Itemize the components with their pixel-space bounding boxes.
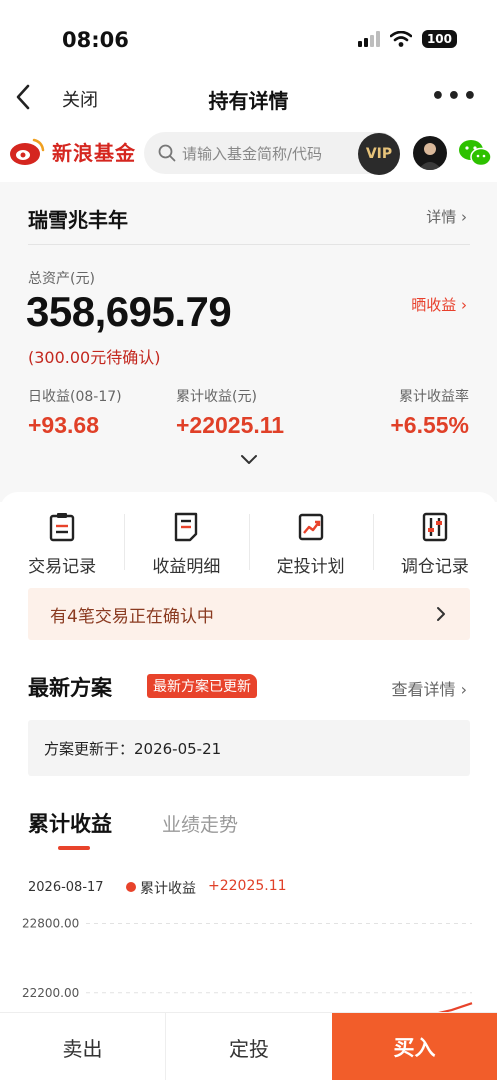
clipboard-icon: [49, 513, 75, 542]
divider: [28, 244, 470, 245]
chevron-right-icon: ›: [460, 680, 467, 699]
quick-action-auto-invest-plan[interactable]: 定投计划: [248, 512, 373, 578]
chart-legend-value: +22025.11: [208, 878, 287, 894]
status-icons: 100: [357, 30, 457, 48]
stat-label: 累计收益(元): [176, 389, 257, 405]
active-tab-indicator: [58, 846, 90, 850]
pending-amount: (300.00元待确认): [28, 348, 161, 367]
plan-update-box: 方案更新于：2026-05-21: [28, 720, 470, 776]
document-icon: [175, 512, 198, 542]
stat-label: 累计收益率: [399, 389, 469, 405]
chevron-right-icon: ›: [461, 208, 467, 226]
chevron-right-icon: ›: [461, 296, 467, 314]
more-options-icon[interactable]: •••: [431, 84, 479, 109]
pending-notice-text: 有4笔交易正在确认中: [50, 607, 214, 627]
search-icon: [158, 144, 176, 162]
quick-action-label: 调仓记录: [400, 557, 469, 577]
holding-summary: 瑞雪兆丰年 详情 › 总资产(元) 358,695.79 (300.00元待确认…: [0, 182, 497, 502]
auto-invest-button[interactable]: 定投: [166, 1013, 332, 1080]
quick-action-label: 交易记录: [28, 557, 97, 577]
quick-action-rebalance-records[interactable]: 调仓记录: [372, 512, 497, 578]
stat-value: +6.55%: [390, 412, 469, 438]
chevron-down-icon[interactable]: [240, 454, 258, 466]
brand-bar: 新浪基金 请输入基金简称/代码 VIP: [0, 128, 497, 182]
tab-performance-trend[interactable]: 业绩走势: [162, 810, 238, 837]
plan-updated-date: 方案更新于：2026-05-21: [44, 740, 222, 758]
chevron-right-icon: [437, 607, 445, 621]
stat-value: +22025.11: [176, 412, 285, 438]
quick-action-label: 定投计划: [276, 557, 345, 577]
fund-detail-link[interactable]: 详情 ›: [426, 206, 467, 227]
search-placeholder: 请输入基金简称/代码: [182, 144, 323, 163]
share-gains-link[interactable]: 晒收益 ›: [411, 294, 467, 315]
total-assets-label: 总资产(元): [28, 271, 95, 287]
brand-name: 新浪基金: [52, 140, 136, 165]
y-tick-label: 22800.00: [22, 917, 79, 931]
sell-button[interactable]: 卖出: [0, 1013, 166, 1080]
bottom-action-bar: 卖出 定投 买入: [0, 1012, 497, 1080]
chart-up-icon: [298, 513, 323, 541]
tab-cumulative-gains[interactable]: 累计收益: [28, 808, 112, 838]
sina-fund-logo: 新浪基金: [8, 136, 136, 166]
quick-action-trade-records[interactable]: 交易记录: [0, 512, 124, 578]
view-plan-details-label: 查看详情: [391, 680, 456, 699]
fund-name: 瑞雪兆丰年: [28, 208, 128, 232]
stat-label: 日收益(08-17): [28, 389, 122, 405]
signal-icon: [357, 31, 380, 47]
buy-button[interactable]: 买入: [332, 1013, 497, 1080]
plan-updated-badge: 最新方案已更新: [147, 674, 257, 698]
status-time: 08:06: [62, 28, 129, 52]
avatar[interactable]: [413, 136, 447, 170]
daily-gain-stat: 日收益(08-17) +93.68: [28, 386, 122, 439]
status-bar: 08:06 100: [0, 0, 497, 78]
chart-legend-series: 累计收益: [140, 881, 196, 897]
battery-indicator: 100: [421, 30, 457, 48]
quick-action-label: 收益明细: [152, 557, 221, 577]
fund-detail-label: 详情: [426, 208, 457, 226]
share-gains-label: 晒收益: [411, 296, 457, 314]
user-avatar-icon: [418, 143, 442, 170]
wechat-icon[interactable]: [458, 138, 492, 168]
vip-button[interactable]: VIP: [358, 133, 400, 175]
latest-plan-title: 最新方案: [28, 676, 112, 700]
cumulative-rate-stat: 累计收益率 +6.55%: [390, 386, 469, 439]
quick-actions: 交易记录 收益明细 定投计划 调仓记录: [0, 512, 497, 578]
sina-eye-icon: [10, 138, 45, 165]
y-tick-label: 22200.00: [22, 986, 79, 1000]
main-card: 交易记录 收益明细 定投计划 调仓记录 有4笔交易正在确认中 最新方案 最新方案…: [0, 492, 497, 1080]
wifi-icon: [389, 31, 412, 47]
sliders-icon: [422, 512, 448, 542]
total-assets-value: 358,695.79: [26, 288, 232, 335]
cumulative-gain-stat: 累计收益(元) +22025.11: [176, 386, 284, 439]
page-title: 持有详情: [208, 89, 289, 113]
nav-bar: 关闭 持有详情 •••: [0, 78, 497, 120]
pending-transactions-notice[interactable]: 有4笔交易正在确认中: [28, 588, 470, 640]
quick-action-earnings-detail[interactable]: 收益明细: [124, 512, 248, 578]
view-plan-details-link[interactable]: 查看详情 ›: [391, 676, 467, 700]
cumulative-gain-chart[interactable]: 22800.00 22200.00: [20, 912, 480, 1022]
chart-legend-date: 2026-08-17: [28, 880, 104, 895]
legend-marker: [126, 882, 136, 892]
stat-value: +93.68: [28, 412, 99, 438]
